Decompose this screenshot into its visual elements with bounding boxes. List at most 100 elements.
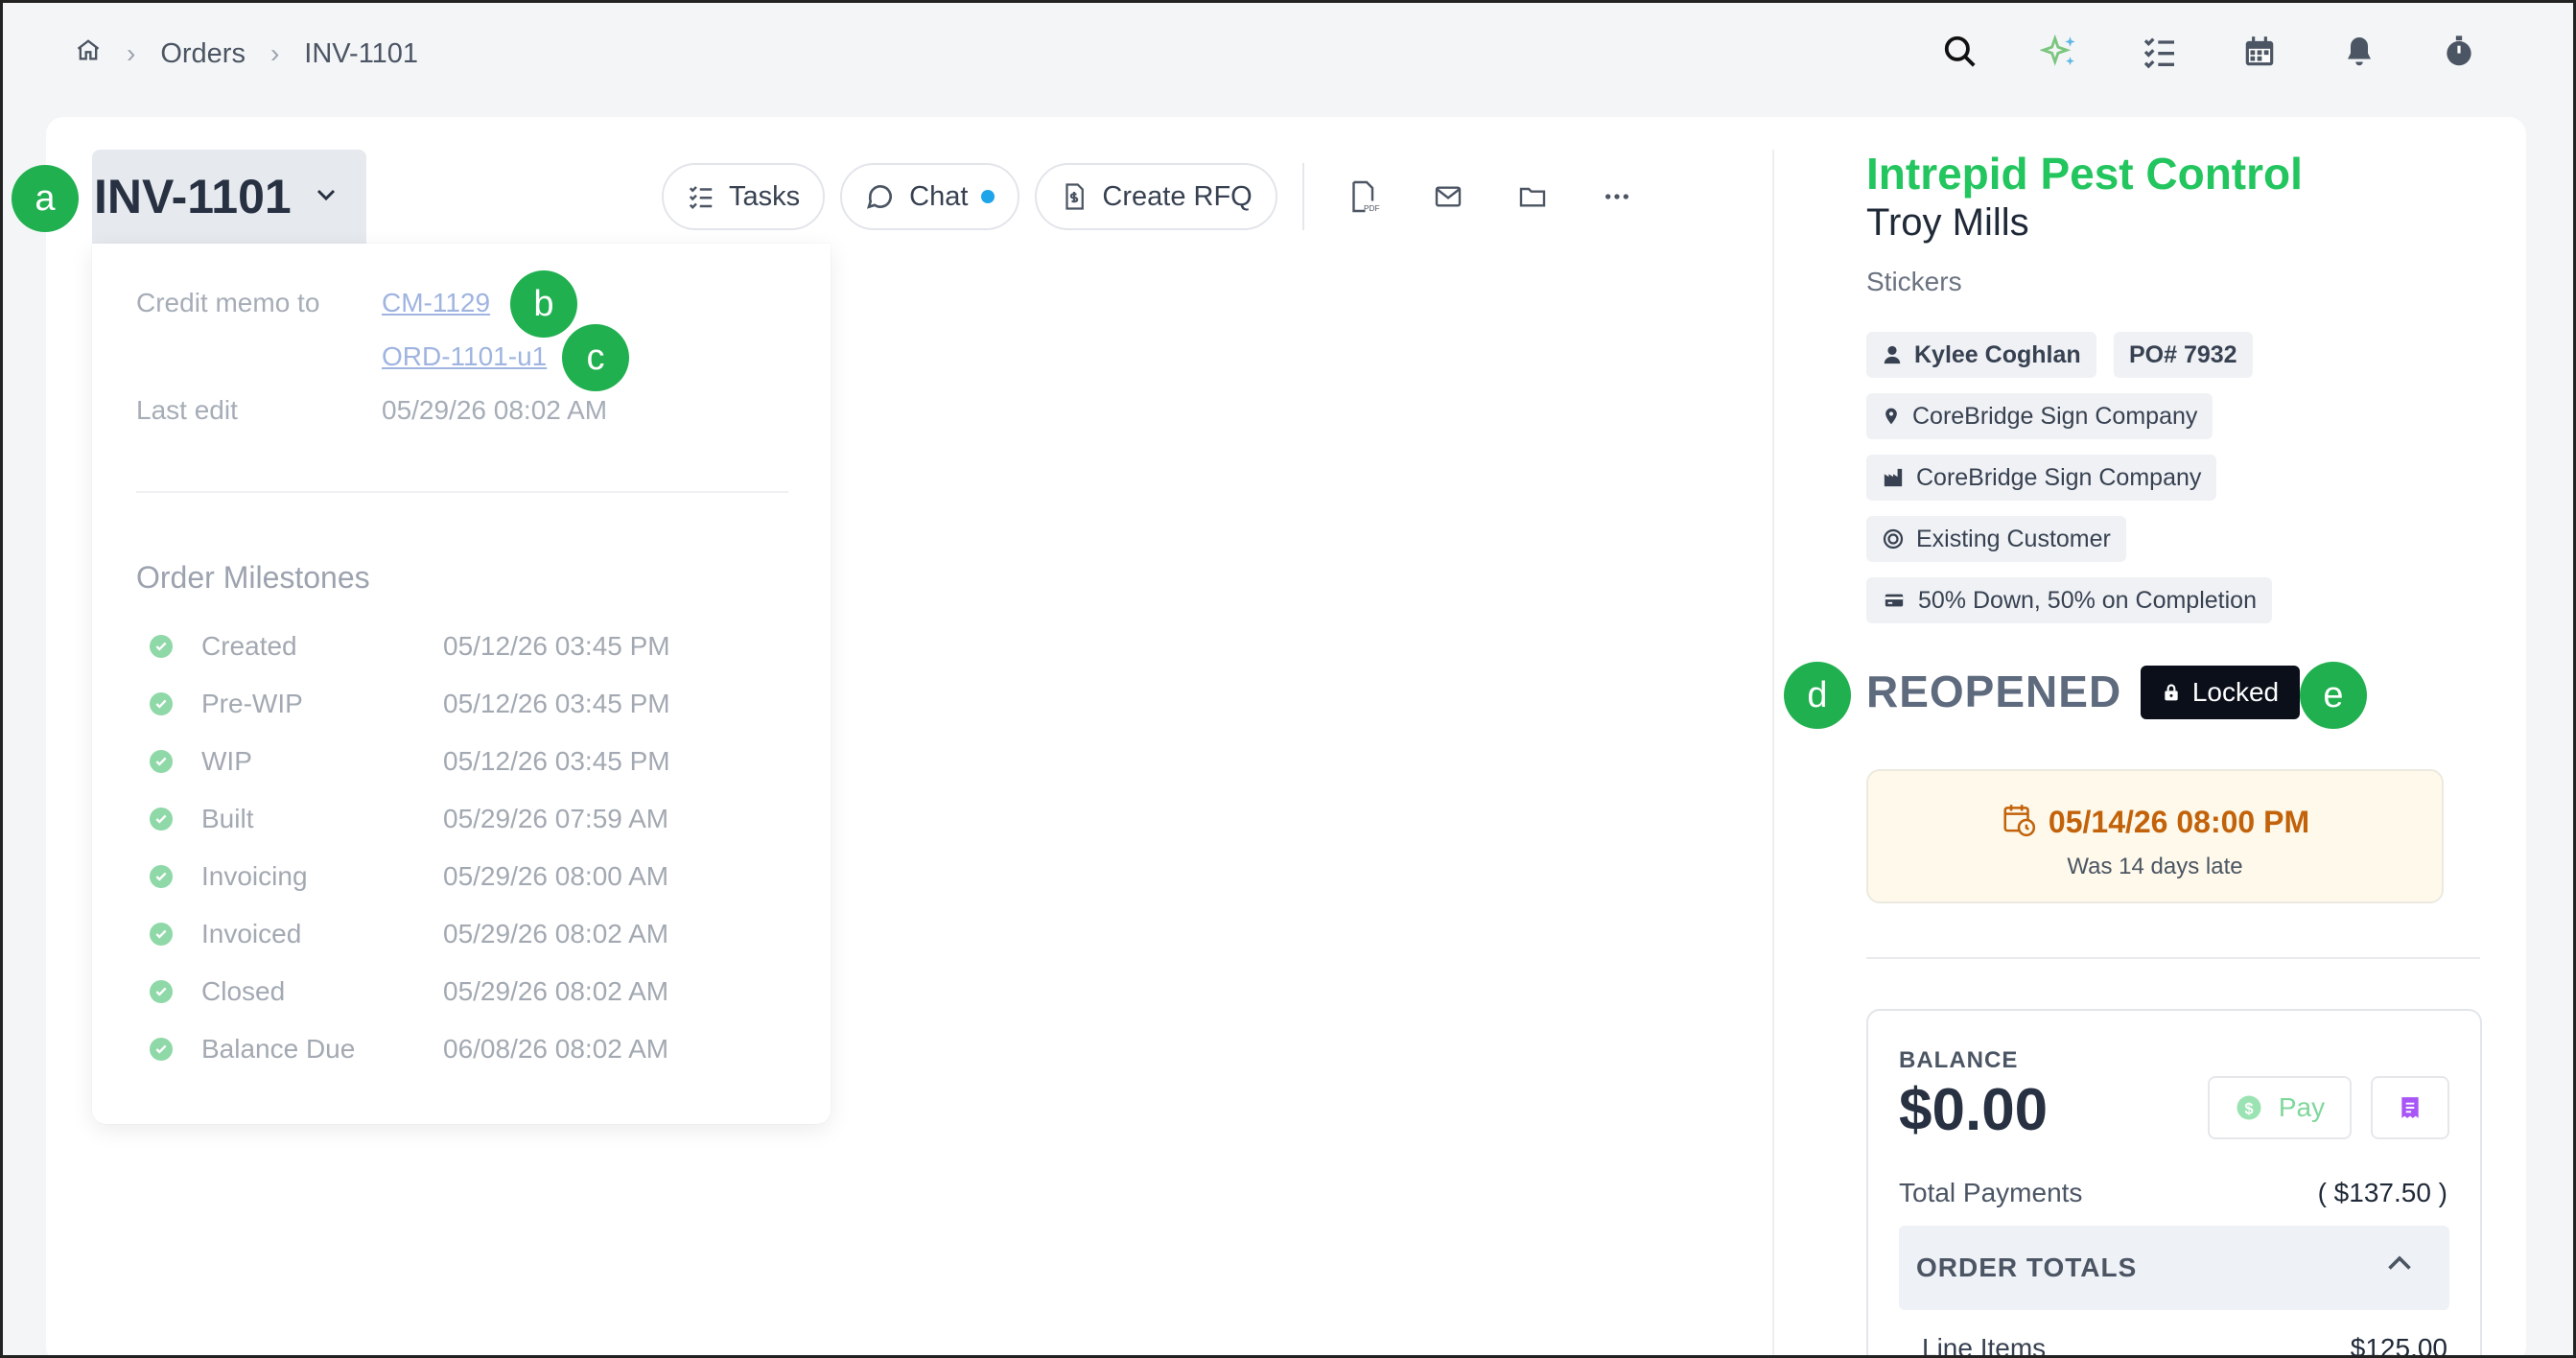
pay-button[interactable]: $ Pay [2208,1076,2352,1139]
receipt-button[interactable] [2371,1076,2449,1139]
order-category: Stickers [1866,267,1962,296]
order-details-dropdown: Credit memo to CM-1129 ORD-1101-u1 Last … [92,244,831,1124]
breadcrumb: › Orders › INV-1101 [75,36,418,71]
callout-e: e [2300,662,2367,729]
milestone-item: Invoicing 05/29/26 08:00 AM [150,857,744,896]
payment-terms: 50% Down, 50% on Completion [1918,586,2257,614]
locked-badge[interactable]: Locked [2141,666,2300,719]
factory-icon [1884,468,1903,487]
milestone-name: WIP [201,746,252,776]
mail-icon[interactable] [1414,163,1483,230]
milestone-date: 05/12/26 03:45 PM [443,689,670,718]
credit-memo-label: Credit memo to [136,288,320,317]
sparkle-icon[interactable] [2039,31,2081,73]
milestone-date: 05/12/26 03:45 PM [443,631,670,661]
milestone-item: Balance Due 06/08/26 08:02 AM [150,1030,744,1068]
order-toolbar: Tasks Chat Create RFQ PDF [662,163,1651,230]
line-items-value: $125.00 [2350,1333,2447,1358]
customer-type: Existing Customer [1916,525,2111,552]
receipt-icon [2401,1097,2419,1118]
panel-divider [136,491,788,493]
more-icon[interactable] [1582,163,1651,230]
map-pin-icon [1885,408,1897,425]
late-note: Was 14 days late [2067,854,2243,879]
milestone-item: WIP 05/12/26 03:45 PM [150,742,744,781]
customer-type-tag: Existing Customer [1866,516,2126,562]
location-tag[interactable]: CoreBridge Sign Company [1866,393,2213,439]
callout-d: d [1784,662,1851,729]
milestone-name: Invoiced [201,919,302,948]
salesperson-tag[interactable]: Kylee Coghlan [1866,332,2096,378]
tasks-button[interactable]: Tasks [662,163,826,230]
search-icon[interactable] [1939,31,1981,73]
check-circle-icon [150,980,173,1003]
line-items-label: Line Items [1922,1333,2047,1358]
milestone-item: Invoiced 05/29/26 08:02 AM [150,915,744,953]
checklist-icon [689,186,713,210]
last-edit-label: Last edit [136,395,238,425]
milestone-item: Pre-WIP 05/12/26 03:45 PM [150,685,744,723]
facility-name: CoreBridge Sign Company [1916,463,2202,491]
credit-memo-link[interactable]: CM-1129 [382,288,490,318]
chevron-right-icon: › [269,38,280,68]
svg-text:PDF: PDF [1364,204,1380,213]
milestones-title: Order Milestones [136,560,370,595]
check-circle-icon [150,1038,173,1061]
calendar-icon[interactable] [2238,31,2281,73]
check-circle-icon [150,692,173,715]
right-divider [1866,957,2480,959]
facility-tag[interactable]: CoreBridge Sign Company [1866,455,2217,501]
breadcrumb-orders[interactable]: Orders [160,38,246,70]
create-rfq-label: Create RFQ [1102,180,1253,212]
breadcrumb-current: INV-1101 [304,37,419,69]
milestone-date: 05/29/26 07:59 AM [443,804,669,833]
milestone-date: 05/29/26 08:02 AM [443,976,669,1006]
create-rfq-button[interactable]: Create RFQ [1035,163,1277,230]
user-icon [1884,345,1901,364]
company-name[interactable]: Intrepid Pest Control [1866,148,2303,199]
chevron-right-icon: › [127,38,136,68]
contact-name[interactable]: Troy Mills [1866,201,2029,245]
chat-button[interactable]: Chat [840,163,1020,230]
balance-card: BALANCE $0.00 $ Pay Total Payments ( $13… [1866,1009,2482,1358]
bell-icon[interactable] [2338,31,2380,73]
stopwatch-icon[interactable] [2438,31,2480,73]
check-circle-icon [150,923,173,946]
milestone-name: Built [201,804,254,833]
due-date-box: 05/14/26 08:00 PM Was 14 days late [1866,769,2444,903]
due-date-row: 05/14/26 08:00 PM [1868,802,2442,840]
folder-icon[interactable] [1498,163,1567,230]
column-divider [1772,150,1774,1358]
home-icon[interactable] [75,36,102,71]
milestone-date: 05/29/26 08:00 AM [443,861,669,891]
order-totals-header[interactable]: ORDER TOTALS [1899,1226,2449,1310]
pay-label: Pay [2278,1092,2326,1122]
check-circle-icon [150,635,173,658]
order-id: INV-1101 [94,170,292,223]
milestone-name: Balance Due [201,1034,356,1064]
po-tag: PO# 7932 [2114,332,2253,378]
order-title-dropdown[interactable]: INV-1101 [92,150,366,244]
dollar-document-icon [1066,183,1085,210]
balance-label: BALANCE [1899,1047,2019,1073]
milestone-name: Invoicing [201,861,308,891]
locked-label: Locked [2191,677,2280,707]
milestone-item: Closed 05/29/26 08:02 AM [150,972,744,1011]
order-status: REOPENED [1866,667,2122,716]
callout-a: a [12,165,79,232]
calendar-clock-icon [2003,805,2036,837]
callout-c: c [562,324,629,391]
chevron-down-icon [311,179,341,215]
top-bar: › Orders › INV-1101 [0,0,2576,115]
milestone-name: Closed [201,976,286,1006]
chat-bubble-icon [867,185,893,209]
milestone-name: Created [201,631,297,661]
order-link[interactable]: ORD-1101-u1 [382,341,547,372]
pdf-icon[interactable]: PDF [1329,163,1398,230]
total-payments-label: Total Payments [1899,1178,2083,1207]
po-number: PO# 7932 [2129,340,2237,368]
due-date: 05/14/26 08:00 PM [2048,805,2310,839]
toolbar-separator [1301,163,1304,230]
checklist-icon[interactable] [2139,31,2181,73]
chevron-up-icon [2382,1247,2417,1286]
